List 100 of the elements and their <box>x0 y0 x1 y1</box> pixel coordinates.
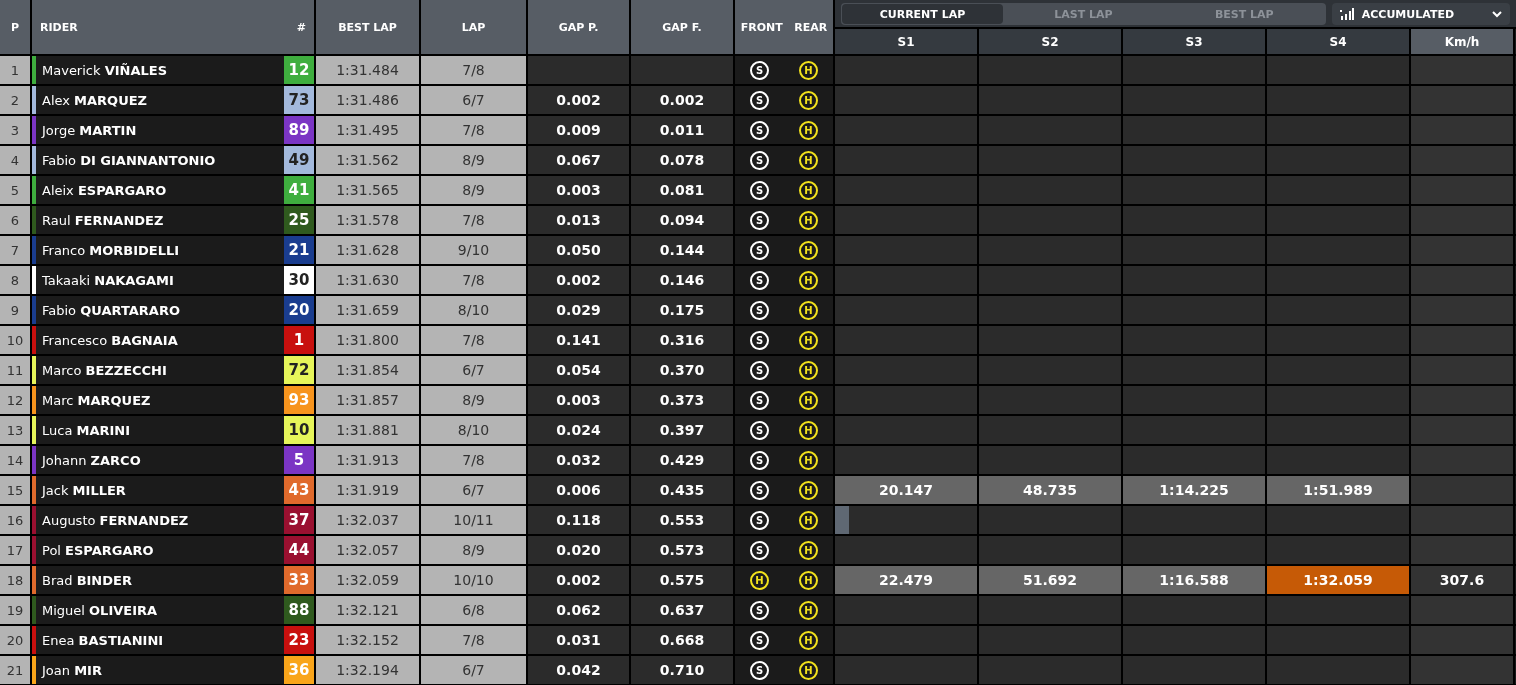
gap-cell: 0.397 <box>631 416 733 444</box>
best-lap-cell: 1:32.037 <box>316 506 419 534</box>
position-cell: 1 <box>0 56 30 84</box>
rider-name: Enea BASTIANINI <box>42 632 164 648</box>
tyre-compound: H <box>799 240 818 260</box>
best-lap-cell: 1:31.881 <box>316 416 419 444</box>
gap-cell: 0.002 <box>528 266 629 294</box>
tyre-compound: H <box>799 60 818 80</box>
sector-time: 20.147 <box>835 476 977 504</box>
gap-cell: 0.062 <box>528 596 629 624</box>
gap-cell: 0.435 <box>631 476 733 504</box>
gap-cell: 0.553 <box>631 506 733 534</box>
column-header: RIDER # <box>32 0 314 54</box>
rider-name: Fabio QUARTARARO <box>42 302 180 318</box>
tyre-compound: S <box>750 150 769 170</box>
tyre-compound: S <box>750 450 769 470</box>
column-header: S4 <box>1267 29 1409 54</box>
lap-cell: 6/7 <box>421 656 526 684</box>
tyre-compound: H <box>799 360 818 380</box>
gap-cell: 0.668 <box>631 626 733 654</box>
rider-number: 20 <box>284 296 314 324</box>
gap-cell: 0.141 <box>528 326 629 354</box>
rider-number: 49 <box>284 146 314 174</box>
column-header: FRONT REAR <box>735 0 833 54</box>
gap-cell: 0.094 <box>631 206 733 234</box>
mode-dropdown[interactable]: ACCUMULATED <box>1331 3 1510 25</box>
lap-cell: 8/9 <box>421 146 526 174</box>
rider-number: 41 <box>284 176 314 204</box>
rider-number: 33 <box>284 566 314 594</box>
position-cell: 4 <box>0 146 30 174</box>
rider-number: 93 <box>284 386 314 414</box>
rider-number: 36 <box>284 656 314 684</box>
column-header: S1 <box>835 29 977 54</box>
gap-cell: 0.054 <box>528 356 629 384</box>
tyre-compound: S <box>750 240 769 260</box>
tyre-compound: H <box>799 420 818 440</box>
rider-number: 21 <box>284 236 314 264</box>
bar-chart-icon <box>1339 8 1354 20</box>
lap-cell: 8/9 <box>421 386 526 414</box>
gap-cell: 0.042 <box>528 656 629 684</box>
rider-number: 37 <box>284 506 314 534</box>
sector-time: 48.735 <box>979 476 1121 504</box>
gap-cell: 0.031 <box>528 626 629 654</box>
best-lap-cell: 1:32.194 <box>316 656 419 684</box>
tyre-compound: H <box>799 180 818 200</box>
position-cell: 20 <box>0 626 30 654</box>
tyre-compound: S <box>750 630 769 650</box>
gap-cell: 0.006 <box>528 476 629 504</box>
tyre-compound: S <box>750 300 769 320</box>
sector-time: 22.479 <box>835 566 977 594</box>
rider-number: 43 <box>284 476 314 504</box>
lap-cell: 6/7 <box>421 86 526 114</box>
rider-name: Johann ZARCO <box>42 452 141 468</box>
lap-tab[interactable]: CURRENT LAP <box>842 4 1003 24</box>
best-lap-cell: 1:31.919 <box>316 476 419 504</box>
tyre-compound: H <box>799 270 818 290</box>
sector-time: 51.692 <box>979 566 1121 594</box>
lap-cell: 7/8 <box>421 116 526 144</box>
gap-cell: 0.370 <box>631 356 733 384</box>
lap-cell: 7/8 <box>421 206 526 234</box>
column-header: GAP F. <box>631 0 733 54</box>
best-lap-cell: 1:32.152 <box>316 626 419 654</box>
column-header: Km/h <box>1411 29 1513 54</box>
column-header: P <box>0 0 30 54</box>
gap-cell: 0.573 <box>631 536 733 564</box>
tyre-compound: S <box>750 660 769 680</box>
position-cell: 3 <box>0 116 30 144</box>
gap-cell: 0.002 <box>528 86 629 114</box>
lap-cell: 6/7 <box>421 356 526 384</box>
rider-name: Miguel OLIVEIRA <box>42 602 158 618</box>
position-cell: 5 <box>0 176 30 204</box>
tyre-compound: S <box>750 270 769 290</box>
gap-cell: 0.024 <box>528 416 629 444</box>
rider-number: 30 <box>284 266 314 294</box>
gap-cell: 0.710 <box>631 656 733 684</box>
tyre-compound: H <box>799 90 818 110</box>
position-cell: 13 <box>0 416 30 444</box>
gap-cell: 0.118 <box>528 506 629 534</box>
tyre-compound: H <box>799 150 818 170</box>
sector-time: 1:16.588 <box>1123 566 1265 594</box>
column-header: GAP P. <box>528 0 629 54</box>
rider-number: 88 <box>284 596 314 624</box>
position-cell: 8 <box>0 266 30 294</box>
rider-number: 23 <box>284 626 314 654</box>
position-cell: 7 <box>0 236 30 264</box>
tyre-compound: S <box>750 90 769 110</box>
lap-cell: 6/7 <box>421 476 526 504</box>
gap-cell: 0.146 <box>631 266 733 294</box>
tyre-compound: S <box>750 180 769 200</box>
rider-name: Francesco BAGNAIA <box>42 332 178 348</box>
rider-name: Joan MIR <box>42 662 102 678</box>
tyre-compound: H <box>799 630 818 650</box>
gap-cell: 0.002 <box>631 86 733 114</box>
rider-name: Pol ESPARGARO <box>42 542 154 558</box>
rider-name: Alex MARQUEZ <box>42 92 148 108</box>
gap-cell: 0.429 <box>631 446 733 474</box>
tyre-compound: S <box>750 120 769 140</box>
lap-cell: 8/10 <box>421 296 526 324</box>
position-cell: 18 <box>0 566 30 594</box>
rider-name: Fabio DI GIANNANTONIO <box>42 152 216 168</box>
